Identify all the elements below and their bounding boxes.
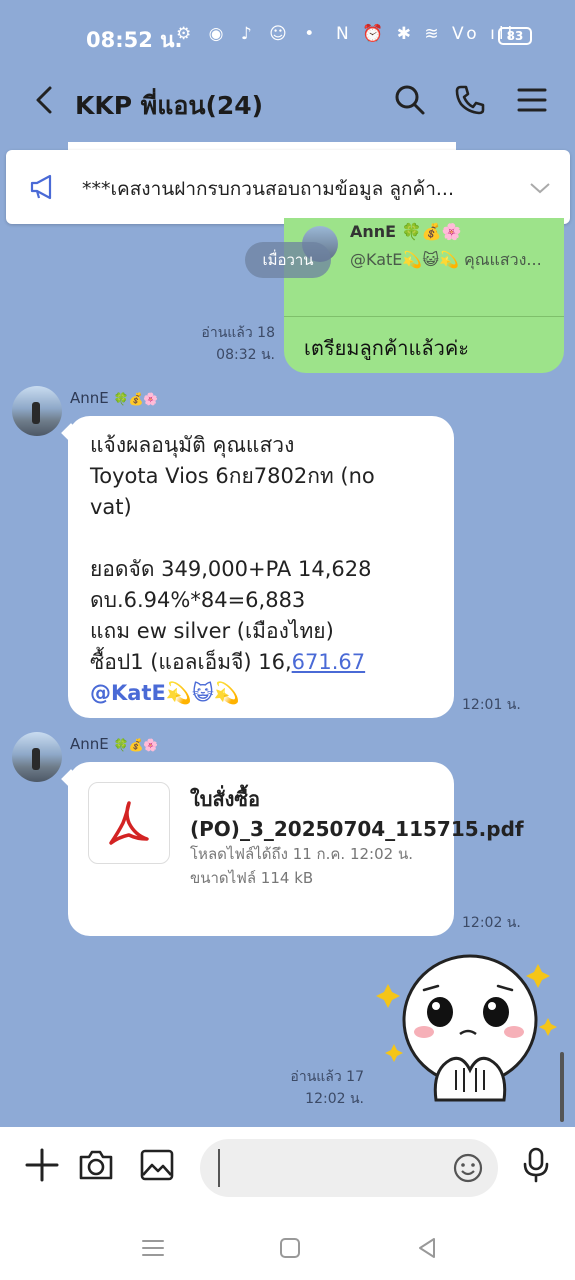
menu-icon[interactable] xyxy=(512,80,552,120)
chevron-down-icon[interactable] xyxy=(528,176,552,204)
sender-name: AnnE 🍀💰🌸 xyxy=(70,389,159,407)
search-icon[interactable] xyxy=(390,80,430,120)
message-input-bar xyxy=(0,1127,575,1217)
file-message-bubble[interactable]: ใบสั่งซื้อ (PO)_3_20250704_115715.pdf โห… xyxy=(61,762,524,936)
recent-apps-icon[interactable] xyxy=(138,1233,168,1263)
phone-icon[interactable] xyxy=(450,80,490,120)
file-meta: โหลดไฟล์ได้ถึง 11 ก.ค. 12:02 น. ขนาดไฟล์… xyxy=(190,842,430,890)
file-size: ขนาดไฟล์ 114 kB xyxy=(190,869,314,887)
message-input[interactable] xyxy=(218,1149,448,1187)
my-message-bubble[interactable]: AnnE 🍀💰🌸 @KatE💫😺💫 คุณแสวง... เตรียมลูกค้… xyxy=(284,218,564,373)
camera-icon[interactable] xyxy=(76,1145,116,1185)
chat-title: KKP พี่แอน(24) xyxy=(75,91,264,120)
message-bubble[interactable]: แจ้งผลอนุมัติ คุณแสวง Toyota Vios 6กย780… xyxy=(61,416,454,718)
mention-tag[interactable]: @KatE💫😺💫 xyxy=(90,681,240,705)
message-time: 12:02 น. xyxy=(305,1091,364,1107)
battery-icon: 83 xyxy=(498,27,532,45)
sender-name: AnnE 🍀💰🌸 xyxy=(70,735,159,753)
status-time: 08:52 น. xyxy=(86,28,183,52)
message-time: 12:02 น. xyxy=(462,915,521,931)
emoji-icon[interactable] xyxy=(452,1152,484,1184)
quote-sender: AnnE 🍀💰🌸 xyxy=(350,222,462,241)
read-receipt: อ่านแล้ว 18 08:32 น. xyxy=(150,322,275,366)
megaphone-icon xyxy=(28,172,58,206)
chat-header: KKP พี่แอน(24) xyxy=(0,62,575,142)
back-arrow-icon[interactable] xyxy=(26,80,66,120)
quote-divider xyxy=(284,316,564,317)
announcement-text: ***เคสงานฝากรบกวนสอบถามข้อมูล ลูกค้า... xyxy=(82,178,454,200)
message-time: 12:01 น. xyxy=(462,697,521,713)
home-icon[interactable] xyxy=(275,1233,305,1263)
phone-link[interactable]: 671.67 xyxy=(292,650,365,674)
status-bar: 08:52 น. ⚙ ◉ ♪ ☺ • N ⏰ ✱ ≋ Vo ıll 83 xyxy=(0,0,575,62)
avatar[interactable] xyxy=(12,732,62,782)
announcement-banner[interactable]: ***เคสงานฝากรบกวนสอบถามข้อมูล ลูกค้า... xyxy=(6,150,570,224)
status-app-icons: ⚙ ◉ ♪ ☺ • xyxy=(176,24,321,44)
read-receipt: อ่านแล้ว 17 12:02 น. xyxy=(240,1066,364,1110)
my-message-text: เตรียมลูกค้าแล้วค่ะ xyxy=(304,336,469,360)
status-system-icons: N ⏰ ✱ ≋ Vo ıll xyxy=(336,24,517,44)
read-status: อ่านแล้ว 18 xyxy=(201,325,275,341)
avatar[interactable] xyxy=(12,386,62,436)
message-input-container xyxy=(200,1139,498,1197)
back-nav-icon[interactable] xyxy=(412,1233,442,1263)
date-divider: เมื่อวาน xyxy=(245,242,331,278)
image-icon[interactable] xyxy=(137,1145,177,1185)
plus-icon[interactable] xyxy=(22,1145,62,1185)
message-text: แจ้งผลอนุมัติ คุณแสวง Toyota Vios 6กย780… xyxy=(90,433,375,705)
sticker-image[interactable] xyxy=(376,950,566,1120)
file-expiry: โหลดไฟล์ได้ถึง 11 ก.ค. 12:02 น. xyxy=(190,845,413,863)
quote-text: @KatE💫😺💫 คุณแสวง... xyxy=(350,250,542,269)
system-nav-bar xyxy=(0,1217,575,1280)
scrollbar-thumb[interactable] xyxy=(560,1052,564,1122)
read-status: อ่านแล้ว 17 xyxy=(290,1069,364,1085)
pdf-icon xyxy=(88,782,170,864)
microphone-icon[interactable] xyxy=(516,1145,556,1185)
file-name: ใบสั่งซื้อ (PO)_3_20250704_115715.pdf xyxy=(190,787,524,841)
message-time: 08:32 น. xyxy=(216,347,275,363)
